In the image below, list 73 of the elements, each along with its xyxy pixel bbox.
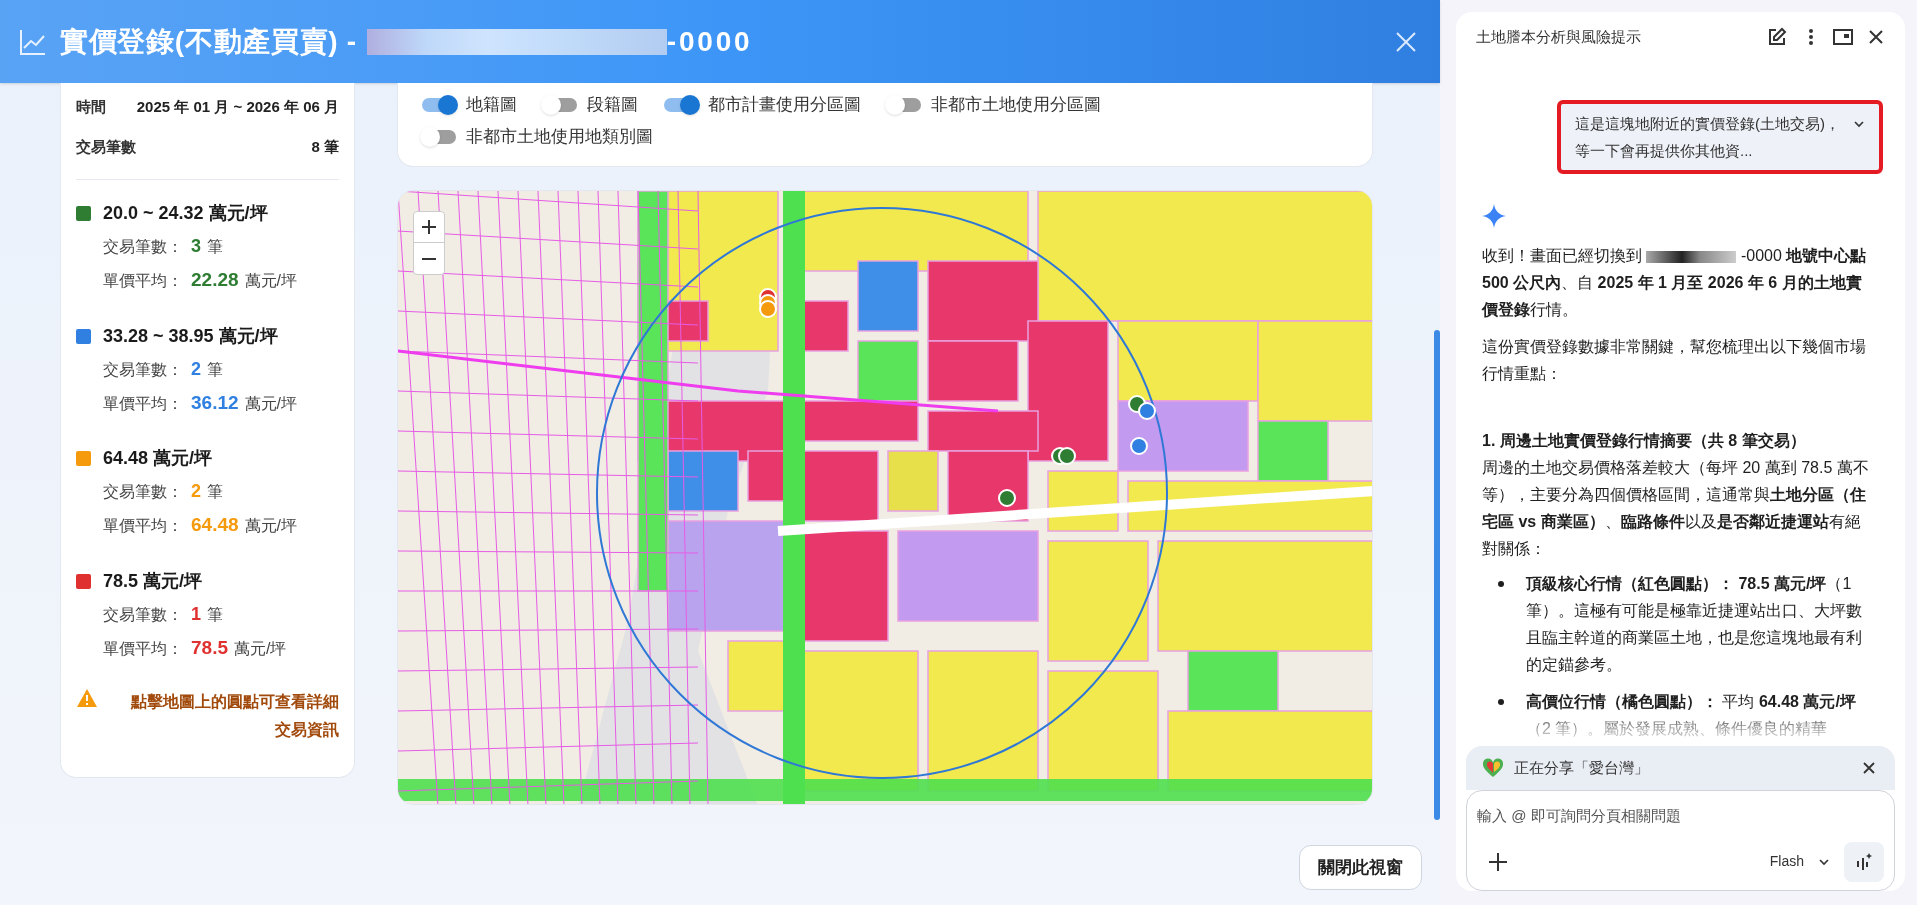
section-heading: 1. 周邊土地實價登錄行情摘要（共 8 筆交易）: [1482, 431, 1807, 451]
window-title-suffix: -0000: [666, 24, 753, 59]
trade-count-unit: 筆: [207, 482, 223, 502]
warning-icon: [76, 688, 98, 708]
trade-count-value: 2: [191, 480, 201, 503]
marker-cluster[interactable]: [759, 288, 777, 318]
bullet-text: 高價位行情（橘色圓點）： 平均 64.48 萬元/坪（2 筆）。屬於發展成熟、條件優良的精華: [1526, 692, 1857, 739]
trade-count-value: 2: [191, 357, 201, 381]
average-price-unit: 萬元/坪: [244, 271, 297, 291]
layer-toggle[interactable]: 非都市土地使用地類別圖: [420, 123, 653, 151]
close-window-button[interactable]: 關閉此視窗: [1299, 845, 1422, 890]
trade-count-label: 交易筆數：: [103, 482, 183, 502]
reply-paragraph: 收到！畫面已經切換到 -0000 地號中心點 500 公尺內、自 2025 年 1 月至 2026 年 6 月的土地實價登錄行情。: [1482, 246, 1868, 320]
trade-count-value: 1: [191, 602, 201, 626]
sharing-label: 正在分享「愛台灣」: [1514, 757, 1650, 778]
summary-value: 8 筆: [311, 137, 339, 157]
sparkle-icon: [1482, 204, 1506, 228]
new-chat-button[interactable]: [1767, 26, 1789, 48]
user-message[interactable]: 這是這塊地附近的實價登錄(土地交易)，等一下會再提供你其他資...: [1557, 100, 1883, 174]
bullet-text: 頂級核心行情（紅色圓點）： 78.5 萬元/坪（1 筆）。這極有可能是極靠近捷運站出口、大坪數且臨主幹道的商業區土地，也是您這塊地最有利的定錨參考。: [1526, 574, 1863, 675]
panel-title: 土地謄本分析與風險提示: [1476, 26, 1642, 47]
layer-toggle[interactable]: 都市計畫使用分區圖: [662, 91, 861, 119]
summary-label: 交易筆數: [76, 137, 136, 157]
more-icon: [1809, 29, 1813, 45]
reply-paragraph: 這份實價登錄數據非常關鍵，幫您梳理出以下幾個市場行情重點：: [1482, 337, 1867, 384]
average-price-value: 36.12: [191, 390, 239, 415]
layer-toggle[interactable]: 非都市土地使用分區圖: [885, 91, 1101, 119]
close-icon: [1395, 30, 1417, 53]
marker-cluster[interactable]: [1051, 447, 1076, 465]
chat-input[interactable]: 輸入 @ 即可詢問分頁相關問題: [1477, 805, 1884, 828]
layer-toggle[interactable]: 地籍圖: [420, 91, 517, 119]
legend-range: 78.5 萬元/坪: [103, 569, 203, 593]
average-price-label: 單價平均：: [103, 638, 183, 659]
trade-count-value: 3: [191, 235, 201, 258]
legend-range: 20.0 ~ 24.32 萬元/坪: [103, 202, 268, 225]
close-icon: [1869, 30, 1883, 44]
pip-button[interactable]: [1833, 26, 1855, 48]
reply-paragraph: 周邊的土地交易價格落差較大（每坪 20 萬到 78.5 萬不等），主要分為四個價格區間，這通常與土地分區（住宅區 vs 商業區）、臨路條件以及是否鄰近捷運站有絕對關係：: [1482, 458, 1869, 559]
trade-count-unit: 筆: [207, 237, 223, 257]
voice-button[interactable]: [1844, 841, 1884, 882]
legend-range: 64.48 萬元/坪: [103, 447, 213, 470]
trade-count-label: 交易筆數：: [103, 237, 183, 257]
summary-value: 2025 年 01 月 ~ 2026 年 06 月: [136, 97, 339, 117]
chevron-down-icon: [1853, 120, 1865, 128]
average-price-label: 單價平均：: [103, 516, 183, 536]
edit-icon: [1767, 27, 1787, 47]
average-price-unit: 萬元/坪: [234, 638, 287, 659]
average-price-label: 單價平均：: [103, 271, 183, 291]
average-price-value: 78.5: [191, 635, 228, 660]
plus-icon: [1489, 852, 1507, 871]
heart-logo-icon: [1482, 758, 1504, 778]
window-icon: [1833, 29, 1853, 45]
summary-label: 時間: [76, 97, 106, 117]
minus-icon: [422, 257, 436, 260]
average-price-label: 單價平均：: [103, 393, 183, 414]
chat-input-box[interactable]: 輸入 @ 即可詢問分頁相關問題 Flash: [1466, 790, 1895, 891]
average-price-unit: 萬元/坪: [244, 393, 297, 414]
trade-count-unit: 筆: [207, 604, 223, 625]
average-price-value: 64.48: [191, 513, 239, 537]
close-icon: [1863, 762, 1875, 774]
trade-count-label: 交易筆數：: [103, 359, 183, 380]
average-price-unit: 萬元/坪: [244, 516, 297, 536]
hint-text: 點擊地圖上的圓點可查看詳細交易資訊: [129, 692, 339, 740]
trade-count-unit: 筆: [207, 359, 223, 380]
plus-icon: [422, 220, 436, 234]
trade-count-label: 交易筆數：: [103, 604, 183, 625]
window-title: 實價登錄(不動產買賣) -: [60, 24, 357, 59]
chevron-down-icon: [1818, 857, 1830, 866]
audio-spark-icon: [1855, 852, 1873, 871]
average-price-value: 22.28: [191, 268, 239, 292]
legend-range: 33.28 ~ 38.95 萬元/坪: [103, 324, 278, 348]
model-selector[interactable]: Flash: [1769, 851, 1830, 872]
layer-toggle[interactable]: 段籍圖: [541, 91, 638, 119]
